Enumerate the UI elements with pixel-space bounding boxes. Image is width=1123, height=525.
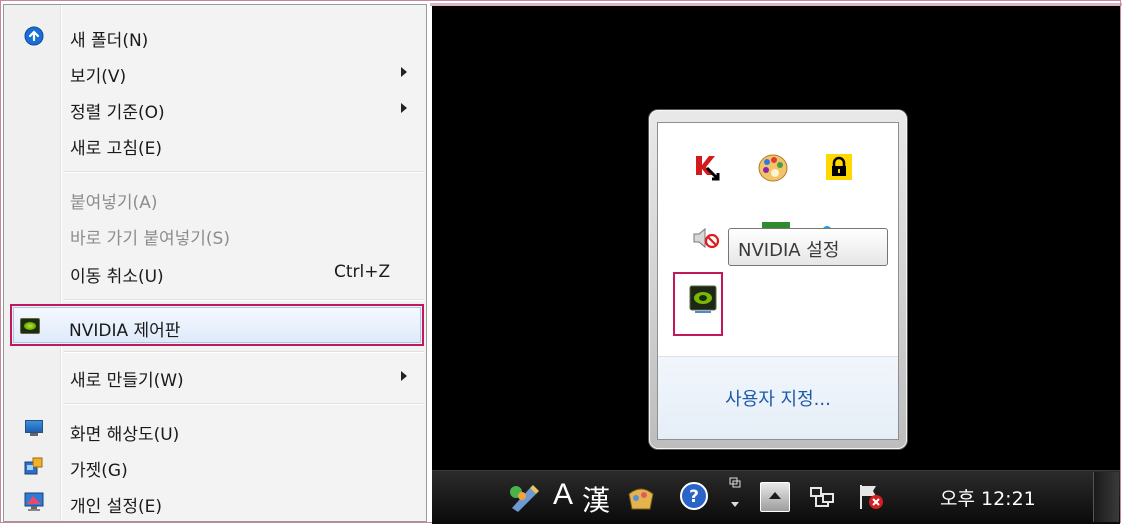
menu-item-label: 바로 가기 붙여넣기(S) <box>70 229 230 249</box>
gadgets-icon <box>24 456 44 476</box>
network-icon[interactable] <box>808 484 838 516</box>
paint-palette-icon[interactable] <box>757 153 788 182</box>
menu-separator <box>64 351 424 353</box>
menu-item-sort-by[interactable]: 정렬 기준(O) <box>4 91 424 125</box>
help-icon[interactable]: ? <box>679 481 709 515</box>
tooltip-text: NVIDIA 설정 <box>738 240 840 261</box>
hanja-mode[interactable]: 漢 <box>582 479 610 519</box>
menu-item-paste-shortcut: 바로 가기 붙여넣기(S) <box>4 217 424 251</box>
screen-resolution-icon <box>24 420 44 440</box>
customize-link[interactable]: 사용자 지정... <box>658 385 898 411</box>
highlight-box <box>10 304 424 346</box>
menu-item-shortcut: Ctrl+Z <box>334 262 391 282</box>
taskbar-clock[interactable]: 오후 12:21 <box>940 484 1036 511</box>
chevron-up-icon <box>769 492 781 499</box>
svg-text:?: ? <box>689 487 699 507</box>
menu-item-label: 보기(V) <box>70 67 127 87</box>
menu-item-new-folder[interactable]: 새 폴더(N) <box>4 19 424 53</box>
new-folder-icon <box>24 26 44 46</box>
menu-item-label: 붙여넣기(A) <box>70 193 158 213</box>
menu-separator <box>64 403 424 405</box>
menu-item-label: 개인 설정(E) <box>70 497 162 517</box>
menu-item-view[interactable]: 보기(V) <box>4 55 424 89</box>
ime-mode-letter[interactable]: A <box>553 478 573 512</box>
submenu-arrow-icon <box>401 67 407 77</box>
menu-item-label: 가젯(G) <box>70 461 128 481</box>
submenu-arrow-icon <box>401 103 407 113</box>
tray-popup-footer: 사용자 지정... <box>658 356 898 439</box>
kaspersky-icon[interactable] <box>693 153 721 181</box>
menu-item-label: 정렬 기준(O) <box>70 103 165 123</box>
menu-item-screen-resolution[interactable]: 화면 해상도(U) <box>4 413 424 447</box>
ime-options-icon[interactable] <box>727 476 743 516</box>
volume-muted-icon[interactable] <box>691 224 720 252</box>
lock-icon[interactable] <box>825 153 853 181</box>
personalize-icon <box>24 492 44 512</box>
menu-item-paste: 붙여넣기(A) <box>4 181 424 215</box>
show-hidden-icons-button[interactable] <box>760 482 790 512</box>
menu-separator <box>64 171 424 173</box>
menu-item-label: 화면 해상도(U) <box>70 425 180 445</box>
menu-item-refresh[interactable]: 새로 고침(E) <box>4 127 424 161</box>
ime-tool-icon[interactable] <box>626 482 656 516</box>
menu-item-label: 이동 취소(U) <box>70 267 164 287</box>
ime-pencil-icon[interactable] <box>508 482 542 516</box>
menu-item-new[interactable]: 새로 만들기(W) <box>4 359 424 393</box>
submenu-arrow-icon <box>401 371 407 381</box>
menu-item-label: 새로 고침(E) <box>70 139 162 159</box>
show-desktop-button[interactable] <box>1093 472 1119 522</box>
menu-item-undo-move[interactable]: 이동 취소(U) Ctrl+Z <box>4 255 424 289</box>
action-center-icon[interactable] <box>856 482 886 516</box>
tooltip: NVIDIA 설정 <box>728 228 888 266</box>
menu-separator <box>64 299 424 301</box>
menu-item-personalize[interactable]: 개인 설정(E) <box>4 485 424 519</box>
menu-item-gadgets[interactable]: 가젯(G) <box>4 449 424 483</box>
highlight-box <box>673 272 723 336</box>
menu-item-label: 새 폴더(N) <box>70 31 149 51</box>
desktop-context-menu: 새 폴더(N) 보기(V) 정렬 기준(O) 새로 고침(E) 붙여넣기(A) … <box>3 4 427 522</box>
menu-item-label: 새로 만들기(W) <box>70 371 184 391</box>
